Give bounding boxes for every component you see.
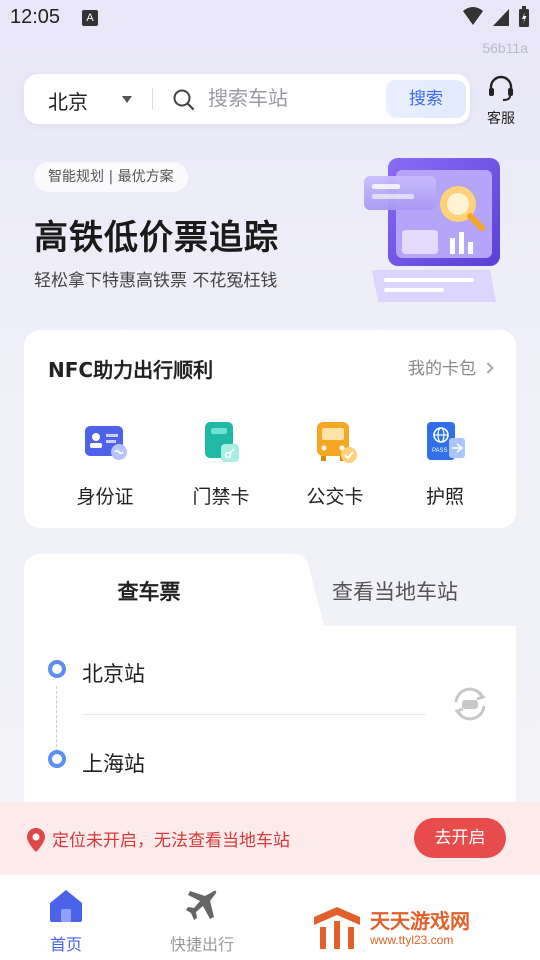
station-divider [82,714,426,715]
city-dropdown-icon[interactable] [122,96,132,103]
location-notice-bar: 定位未开启，无法查看当地车站 去开启 [0,802,540,874]
banner-tag: 智能规划 | 最优方案 [34,162,188,192]
customer-service-label: 客服 [487,111,515,127]
location-notice-text: 定位未开启，无法查看当地车站 [52,831,290,851]
banner-subtitle: 轻松拿下特惠高铁票 不花冤枉钱 [34,271,278,291]
my-wallet-link[interactable]: 我的卡包 [408,354,494,379]
swap-stations-icon[interactable] [448,682,492,726]
tab-check-tickets[interactable]: 查车票 [24,554,274,626]
status-bar: 12:05 A [0,0,540,38]
access-card-icon [205,422,239,462]
departure-dot [48,660,66,678]
signal-icon [493,9,509,26]
customer-service-button[interactable]: 客服 [480,74,522,128]
arrival-station[interactable]: 上海站 [82,748,145,778]
banner-title: 高铁低价票追踪 [34,218,279,258]
battery-icon [519,6,529,27]
nfc-item-label: 身份证 [76,486,134,508]
bus-card-icon [317,422,357,463]
ticket-search-card: 查看当地车站 查车票 北京站 上海站 [24,554,516,814]
wifi-icon [463,7,483,25]
nfc-item-id-card[interactable]: 身份证 [50,418,160,509]
location-pin-icon [27,828,45,852]
airplane-icon [186,890,217,920]
search-icon [173,89,195,111]
ticket-tracking-illustration [364,158,500,302]
site-watermark: 天天游戏网 www.ttyl23.com [312,905,512,951]
home-icon [50,890,82,922]
nfc-title: NFC助力出行顺利 [48,358,214,382]
notification-a-icon: A [82,10,98,26]
svg-text:PASS: PASS [432,448,448,454]
build-id: 56b11a [482,40,528,56]
nfc-item-label: 门禁卡 [192,486,250,508]
watermark-logo-icon [314,907,360,949]
city-selector[interactable]: 北京 [48,86,88,115]
route-connector [56,686,57,752]
search-bar: 北京 搜索 [24,74,470,124]
search-divider [152,88,153,110]
tabbar-label-home: 首页 [49,935,82,954]
my-wallet-label: 我的卡包 [408,359,476,379]
watermark-url: www.ttyl23.com [370,933,454,947]
nfc-item-label: 护照 [425,486,464,508]
nfc-item-bus-card[interactable]: 公交卡 [280,418,390,509]
nfc-item-access-card[interactable]: 门禁卡 [166,418,276,509]
tabbar-item-quick-travel[interactable]: 快捷出行 [152,887,252,955]
tabbar-item-home[interactable]: 首页 [16,887,116,955]
chevron-right-icon [482,362,494,374]
enable-location-button[interactable]: 去开启 [414,818,506,858]
bottom-tab-bar: 首页 快捷出行 天天游戏网 www.ttyl23.com [0,874,540,960]
departure-station[interactable]: 北京站 [82,658,145,688]
arrival-dot [48,750,66,768]
nfc-card: NFC助力出行顺利 我的卡包 身份证 门禁卡 公交卡 PASS 护照 [24,330,516,528]
watermark-name: 天天游戏网 [370,909,470,933]
headset-icon [489,75,513,101]
search-button[interactable]: 搜索 [386,80,466,118]
tabbar-label-quick-travel: 快捷出行 [169,935,234,954]
passport-icon: PASS [427,422,465,460]
status-time: 12:05 [10,6,61,28]
nfc-item-label: 公交卡 [306,486,364,508]
id-card-icon [85,426,127,460]
status-indicators [462,6,530,28]
search-input[interactable] [208,86,398,110]
nfc-item-passport[interactable]: PASS 护照 [390,418,500,509]
